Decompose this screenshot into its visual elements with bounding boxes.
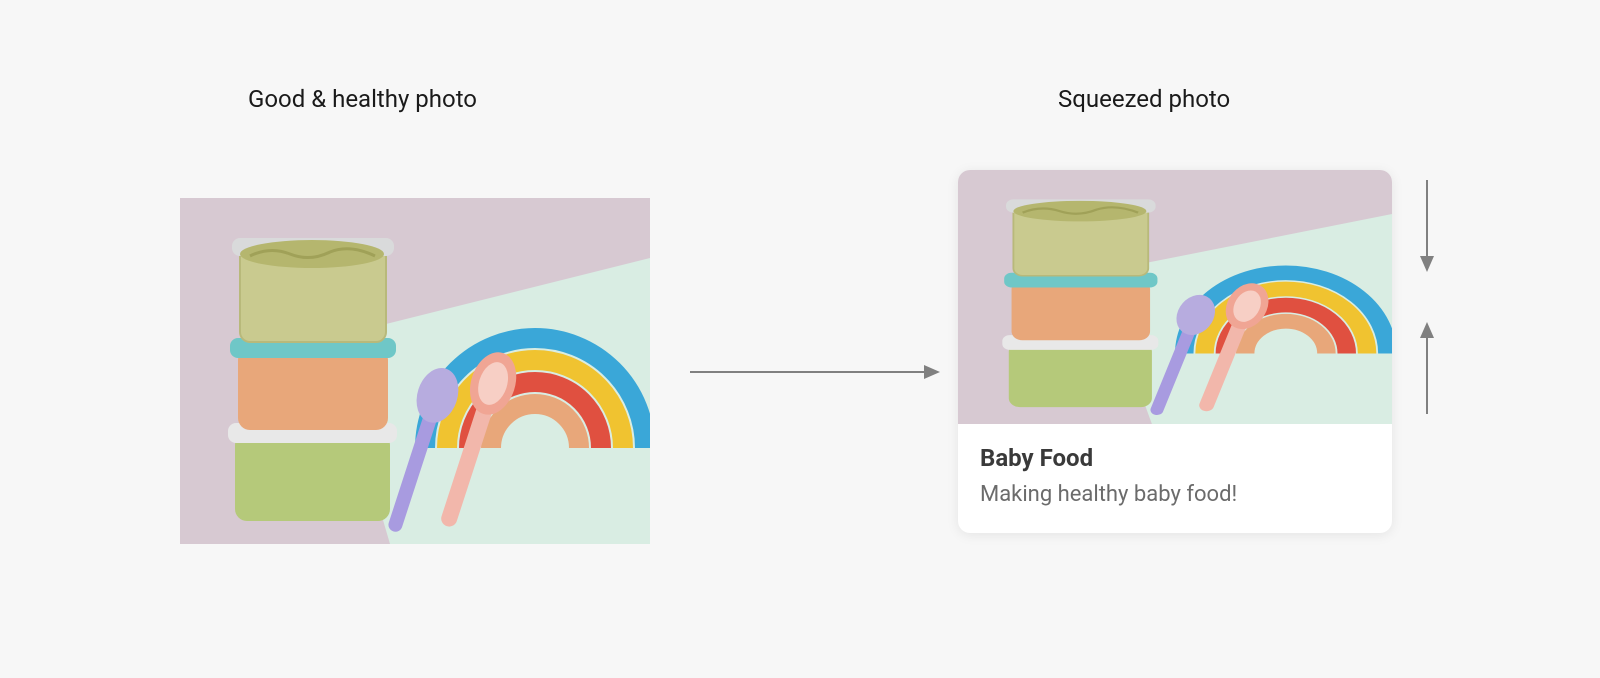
- card-subtitle: Making healthy baby food!: [980, 482, 1370, 507]
- arrow-right-icon: [690, 362, 940, 382]
- squeezed-photo: [958, 170, 1392, 424]
- left-label: Good & healthy photo: [248, 85, 477, 113]
- diagram-container: Good & healthy photo Squeezed photo: [0, 0, 1600, 678]
- card-body: Baby Food Making healthy baby food!: [958, 424, 1392, 533]
- original-photo: [180, 198, 650, 544]
- squeeze-arrows-icon: [1412, 178, 1442, 416]
- recipe-card: Baby Food Making healthy baby food!: [958, 170, 1392, 533]
- right-label: Squeezed photo: [1058, 85, 1230, 113]
- card-title: Baby Food: [980, 444, 1370, 472]
